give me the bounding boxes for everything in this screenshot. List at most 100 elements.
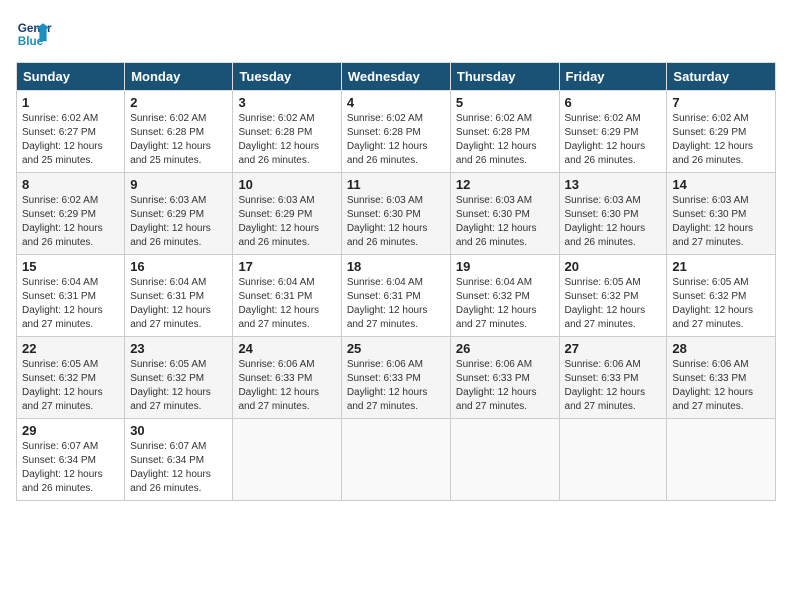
day-info: Sunrise: 6:02 AMSunset: 6:28 PMDaylight:… (347, 113, 428, 166)
day-info: Sunrise: 6:02 AMSunset: 6:29 PMDaylight:… (672, 113, 753, 166)
day-info: Sunrise: 6:06 AMSunset: 6:33 PMDaylight:… (565, 359, 646, 412)
calendar-day-cell: 8 Sunrise: 6:02 AMSunset: 6:29 PMDaylight… (17, 173, 125, 255)
day-number: 24 (238, 341, 335, 356)
day-number: 26 (456, 341, 554, 356)
weekday-header: Friday (559, 63, 667, 91)
day-number: 8 (22, 177, 119, 192)
day-info: Sunrise: 6:06 AMSunset: 6:33 PMDaylight:… (238, 359, 319, 412)
day-info: Sunrise: 6:05 AMSunset: 6:32 PMDaylight:… (22, 359, 103, 412)
day-info: Sunrise: 6:02 AMSunset: 6:28 PMDaylight:… (238, 113, 319, 166)
day-number: 17 (238, 259, 335, 274)
day-number: 19 (456, 259, 554, 274)
day-number: 27 (565, 341, 662, 356)
day-number: 7 (672, 95, 770, 110)
day-number: 13 (565, 177, 662, 192)
day-number: 29 (22, 423, 119, 438)
day-number: 23 (130, 341, 227, 356)
calendar-day-cell (667, 419, 776, 501)
day-number: 4 (347, 95, 445, 110)
day-info: Sunrise: 6:04 AMSunset: 6:31 PMDaylight:… (347, 277, 428, 330)
calendar-week-row: 8 Sunrise: 6:02 AMSunset: 6:29 PMDaylight… (17, 173, 776, 255)
calendar-day-cell: 10 Sunrise: 6:03 AMSunset: 6:29 PMDayligh… (233, 173, 341, 255)
calendar-day-cell: 5 Sunrise: 6:02 AMSunset: 6:28 PMDaylight… (450, 91, 559, 173)
day-info: Sunrise: 6:04 AMSunset: 6:31 PMDaylight:… (238, 277, 319, 330)
calendar-day-cell: 2Sunrise: 6:02 AMSunset: 6:28 PMDaylight… (125, 91, 233, 173)
day-info: Sunrise: 6:03 AMSunset: 6:29 PMDaylight:… (238, 195, 319, 248)
calendar-week-row: 29 Sunrise: 6:07 AMSunset: 6:34 PMDayligh… (17, 419, 776, 501)
calendar-header-row: SundayMondayTuesdayWednesdayThursdayFrid… (17, 63, 776, 91)
calendar-day-cell: 28Sunrise: 6:06 AMSunset: 6:33 PMDayligh… (667, 337, 776, 419)
day-number: 15 (22, 259, 119, 274)
day-number: 18 (347, 259, 445, 274)
calendar-day-cell: 21 Sunrise: 6:05 AMSunset: 6:32 PMDayligh… (667, 255, 776, 337)
calendar-day-cell: 3 Sunrise: 6:02 AMSunset: 6:28 PMDaylight… (233, 91, 341, 173)
weekday-header: Saturday (667, 63, 776, 91)
calendar-day-cell: 14Sunrise: 6:03 AMSunset: 6:30 PMDayligh… (667, 173, 776, 255)
logo-icon: General Blue (16, 16, 52, 52)
day-info: Sunrise: 6:02 AMSunset: 6:27 PMDaylight:… (22, 113, 103, 166)
day-number: 21 (672, 259, 770, 274)
day-info: Sunrise: 6:03 AMSunset: 6:30 PMDaylight:… (347, 195, 428, 248)
weekday-header: Sunday (17, 63, 125, 91)
calendar-day-cell (233, 419, 341, 501)
day-info: Sunrise: 6:04 AMSunset: 6:31 PMDaylight:… (130, 277, 211, 330)
weekday-header: Wednesday (341, 63, 450, 91)
calendar-day-cell (559, 419, 667, 501)
day-number: 11 (347, 177, 445, 192)
day-info: Sunrise: 6:02 AMSunset: 6:29 PMDaylight:… (565, 113, 646, 166)
calendar-day-cell: 16 Sunrise: 6:04 AMSunset: 6:31 PMDayligh… (125, 255, 233, 337)
calendar-day-cell: 27 Sunrise: 6:06 AMSunset: 6:33 PMDayligh… (559, 337, 667, 419)
calendar-day-cell: 25 Sunrise: 6:06 AMSunset: 6:33 PMDayligh… (341, 337, 450, 419)
calendar-day-cell: 23 Sunrise: 6:05 AMSunset: 6:32 PMDayligh… (125, 337, 233, 419)
weekday-header: Monday (125, 63, 233, 91)
day-info: Sunrise: 6:04 AMSunset: 6:32 PMDaylight:… (456, 277, 537, 330)
svg-text:General: General (18, 22, 52, 35)
day-info: Sunrise: 6:03 AMSunset: 6:30 PMDaylight:… (565, 195, 646, 248)
calendar-day-cell: 9Sunrise: 6:03 AMSunset: 6:29 PMDaylight… (125, 173, 233, 255)
calendar-day-cell: 4 Sunrise: 6:02 AMSunset: 6:28 PMDaylight… (341, 91, 450, 173)
day-info: Sunrise: 6:03 AMSunset: 6:30 PMDaylight:… (456, 195, 537, 248)
day-number: 3 (238, 95, 335, 110)
calendar-day-cell: 22 Sunrise: 6:05 AMSunset: 6:32 PMDayligh… (17, 337, 125, 419)
day-number: 20 (565, 259, 662, 274)
calendar-day-cell: 1 Sunrise: 6:02 AMSunset: 6:27 PMDaylight… (17, 91, 125, 173)
day-number: 10 (238, 177, 335, 192)
day-info: Sunrise: 6:06 AMSunset: 6:33 PMDaylight:… (672, 359, 753, 412)
calendar-day-cell: 7 Sunrise: 6:02 AMSunset: 6:29 PMDaylight… (667, 91, 776, 173)
header: General Blue (16, 16, 776, 52)
calendar-day-cell: 13 Sunrise: 6:03 AMSunset: 6:30 PMDayligh… (559, 173, 667, 255)
day-info: Sunrise: 6:07 AMSunset: 6:34 PMDaylight:… (130, 441, 211, 494)
day-info: Sunrise: 6:05 AMSunset: 6:32 PMDaylight:… (672, 277, 753, 330)
day-info: Sunrise: 6:02 AMSunset: 6:29 PMDaylight:… (22, 195, 103, 248)
day-number: 6 (565, 95, 662, 110)
calendar-day-cell: 29Sunrise: 6:07 AMSunset: 6:34 PMDayligh… (17, 419, 125, 501)
logo: General Blue (16, 16, 52, 52)
day-info: Sunrise: 6:06 AMSunset: 6:33 PMDaylight:… (456, 359, 537, 412)
weekday-header: Thursday (450, 63, 559, 91)
calendar-day-cell: 6 Sunrise: 6:02 AMSunset: 6:29 PMDaylight… (559, 91, 667, 173)
calendar-week-row: 15 Sunrise: 6:04 AMSunset: 6:31 PMDayligh… (17, 255, 776, 337)
day-info: Sunrise: 6:04 AMSunset: 6:31 PMDaylight:… (22, 277, 103, 330)
calendar-day-cell (450, 419, 559, 501)
calendar-day-cell: 19 Sunrise: 6:04 AMSunset: 6:32 PMDayligh… (450, 255, 559, 337)
calendar-day-cell: 24 Sunrise: 6:06 AMSunset: 6:33 PMDayligh… (233, 337, 341, 419)
calendar-week-row: 1 Sunrise: 6:02 AMSunset: 6:27 PMDaylight… (17, 91, 776, 173)
day-number: 12 (456, 177, 554, 192)
day-info: Sunrise: 6:02 AMSunset: 6:28 PMDaylight:… (456, 113, 537, 166)
day-number: 5 (456, 95, 554, 110)
calendar-day-cell (341, 419, 450, 501)
calendar-day-cell: 26 Sunrise: 6:06 AMSunset: 6:33 PMDayligh… (450, 337, 559, 419)
calendar-day-cell: 11 Sunrise: 6:03 AMSunset: 6:30 PMDayligh… (341, 173, 450, 255)
day-info: Sunrise: 6:06 AMSunset: 6:33 PMDaylight:… (347, 359, 428, 412)
day-number: 9 (130, 177, 227, 192)
day-number: 25 (347, 341, 445, 356)
day-number: 22 (22, 341, 119, 356)
calendar-table: SundayMondayTuesdayWednesdayThursdayFrid… (16, 62, 776, 501)
day-number: 2 (130, 95, 227, 110)
day-info: Sunrise: 6:05 AMSunset: 6:32 PMDaylight:… (130, 359, 211, 412)
calendar-day-cell: 17 Sunrise: 6:04 AMSunset: 6:31 PMDayligh… (233, 255, 341, 337)
day-number: 14 (672, 177, 770, 192)
day-number: 16 (130, 259, 227, 274)
day-number: 1 (22, 95, 119, 110)
day-number: 30 (130, 423, 227, 438)
